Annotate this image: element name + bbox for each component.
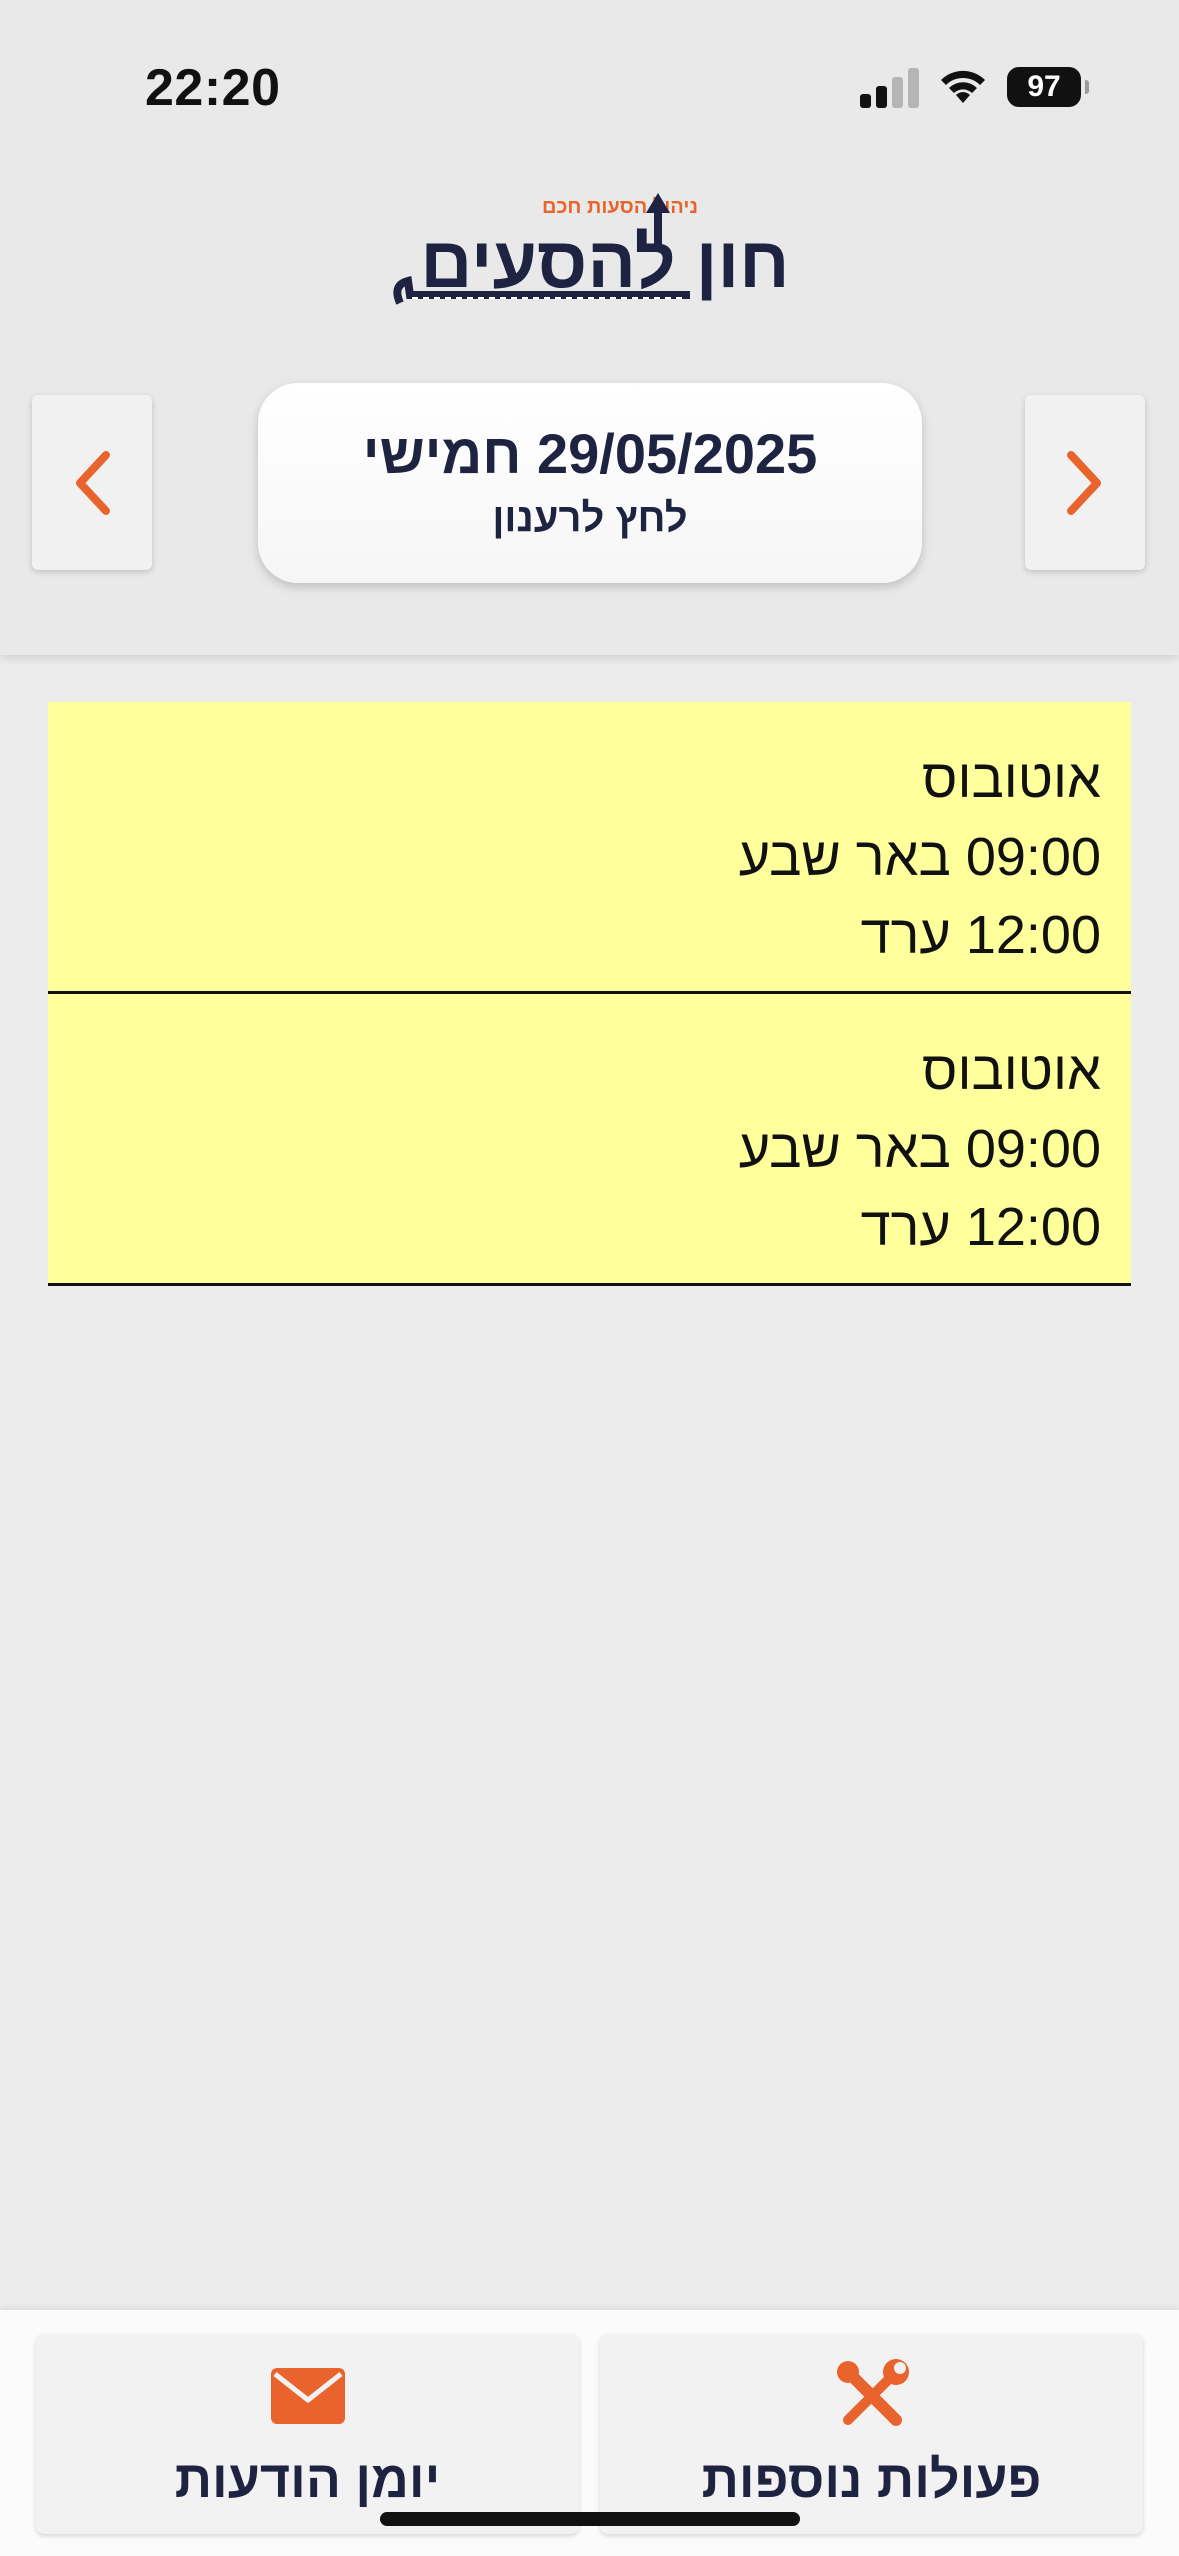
trip-departure: 09:00 באר שבע xyxy=(738,827,1101,887)
status-time: 22:20 xyxy=(145,59,281,117)
more-actions-button[interactable]: פעולות נוספות xyxy=(600,2334,1143,2534)
header-area: 22:20 97 ניהול הסעות חכם חון להסעים 29/0… xyxy=(0,0,1179,655)
next-day-button[interactable] xyxy=(1025,395,1145,570)
chevron-left-icon xyxy=(76,450,110,515)
app-logo: ניהול הסעות חכם חון להסעים xyxy=(390,185,790,320)
tools-icon xyxy=(836,2359,909,2426)
trip-item[interactable]: אוטובוס 09:00 באר שבע 12:00 ערד xyxy=(48,702,1131,994)
battery-icon: 97 xyxy=(1007,67,1089,107)
logo-tagline: ניהול הסעות חכם xyxy=(542,196,698,218)
home-indicator[interactable] xyxy=(380,2512,800,2526)
trip-item[interactable]: אוטובוס 09:00 באר שבע 12:00 ערד xyxy=(48,994,1131,1286)
refresh-hint: לחץ לרענון xyxy=(492,496,688,540)
trip-vehicle: אוטובוס xyxy=(922,1041,1101,1101)
date-refresh-button[interactable]: 29/05/2025 חמישי לחץ לרענון xyxy=(258,383,922,583)
app-screen: 22:20 97 ניהול הסעות חכם חון להסעים 29/0… xyxy=(0,0,1179,2556)
chevron-right-icon xyxy=(1067,450,1101,515)
envelope-icon xyxy=(270,2368,345,2424)
previous-day-button[interactable] xyxy=(32,395,152,570)
trip-vehicle: אוטובוס xyxy=(922,749,1101,809)
status-icons: 97 xyxy=(860,62,1089,112)
messages-log-label: יומן הודעות xyxy=(174,2451,441,2509)
messages-log-button[interactable]: יומן הודעות xyxy=(36,2334,579,2534)
trip-arrival: 12:00 ערד xyxy=(860,1197,1101,1257)
wifi-icon xyxy=(941,70,985,103)
battery-level: 97 xyxy=(1027,70,1061,103)
cellular-signal-icon xyxy=(860,66,919,108)
current-date: 29/05/2025 חמישי xyxy=(362,422,818,485)
trip-departure: 09:00 באר שבע xyxy=(738,1119,1101,1179)
more-actions-label: פעולות נוספות xyxy=(701,2451,1042,2509)
trips-list: אוטובוס 09:00 באר שבע 12:00 ערד אוטובוס … xyxy=(48,702,1131,1286)
trip-arrival: 12:00 ערד xyxy=(860,905,1101,965)
